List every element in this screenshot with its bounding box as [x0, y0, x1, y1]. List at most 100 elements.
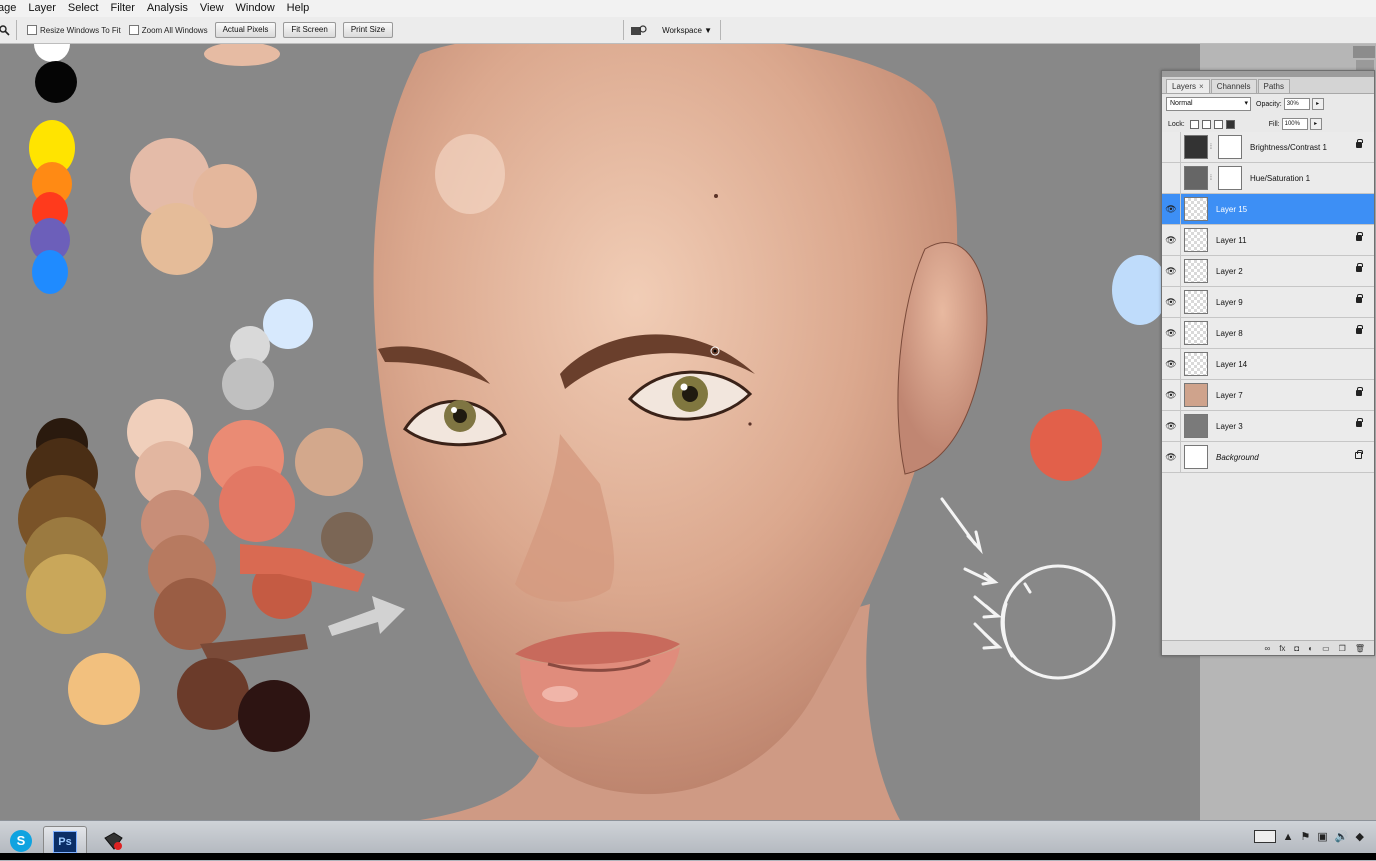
visibility-toggle[interactable]: ●	[1162, 163, 1181, 193]
blend-row: Normal ▾ Opacity: 30% ▸	[1162, 94, 1374, 114]
tab-layers[interactable]: Layers ×	[1166, 79, 1210, 93]
adjustment-icon[interactable]: ◐	[1308, 644, 1313, 653]
layer-list: ● ⁞ Brightness/Contrast 1 ● ⁞ Hue/Satura…	[1162, 132, 1374, 473]
new-layer-icon[interactable]: ❐	[1339, 644, 1346, 653]
fill-label: Fill:	[1268, 120, 1280, 128]
portrait-painting[interactable]	[0, 44, 1200, 820]
lock-row: Lock: Fill: 100% ▸	[1162, 114, 1374, 134]
eye-icon[interactable]: 👁	[1162, 225, 1181, 255]
layer-row[interactable]: 👁 Layer 9	[1162, 287, 1374, 318]
layer-row[interactable]: 👁 Layer 14	[1162, 349, 1374, 380]
zoom-tool-icon[interactable]	[0, 24, 10, 36]
workspace-icon[interactable]	[630, 23, 648, 37]
eye-icon[interactable]: 👁	[1162, 349, 1181, 379]
eye-icon[interactable]: 👁	[1162, 287, 1181, 317]
opacity-slider-button[interactable]: ▸	[1311, 98, 1324, 110]
layer-row[interactable]: 👁 Layer 11	[1162, 225, 1374, 256]
menu-help[interactable]: Help	[281, 0, 316, 17]
layer-row[interactable]: 👁 Layer 7	[1162, 380, 1374, 411]
chevron-up-icon[interactable]: ▲	[1283, 831, 1294, 843]
chain-link-icon[interactable]: ⁞	[1210, 144, 1216, 151]
lock-transparent-icon[interactable]	[1189, 119, 1199, 129]
menu-filter[interactable]: Filter	[104, 0, 140, 17]
mask-thumbnail[interactable]	[1218, 135, 1242, 159]
zoom-all-label: Zoom All Windows	[141, 25, 208, 35]
layer-thumbnail	[1184, 352, 1208, 376]
screen-edge	[0, 853, 1376, 860]
system-tray: ▲ ⚑ ▣ 🔊 ◆	[1253, 830, 1364, 843]
fx-icon[interactable]: fx	[1279, 644, 1285, 653]
menu-layer[interactable]: Layer	[22, 0, 62, 17]
eye-icon[interactable]: 👁	[1162, 256, 1181, 286]
chain-link-icon[interactable]: ⁞	[1210, 175, 1216, 182]
menu-select[interactable]: Select	[62, 0, 105, 17]
fill-field[interactable]: 100%	[1281, 118, 1308, 130]
adjustment-thumbnail	[1184, 166, 1208, 190]
menu-image[interactable]: age	[0, 0, 22, 17]
eye-icon[interactable]: 👁	[1162, 442, 1181, 472]
network-icon[interactable]: ▣	[1317, 830, 1327, 843]
workspace-menu[interactable]: Workspace ▼	[662, 26, 712, 35]
fit-screen-button[interactable]: Fit Screen	[283, 22, 336, 38]
eye-icon[interactable]: 👁	[1162, 380, 1181, 410]
taskbar-skype[interactable]: S	[0, 826, 42, 855]
visibility-toggle[interactable]: ●	[1162, 132, 1181, 162]
menu-analysis[interactable]: Analysis	[141, 0, 194, 17]
layer-name: Layer 15	[1216, 204, 1248, 214]
mask-thumbnail[interactable]	[1218, 166, 1242, 190]
trash-icon[interactable]: 🗑	[1355, 644, 1365, 653]
layer-name: Layer 8	[1216, 328, 1243, 338]
eye-icon[interactable]: 👁	[1162, 194, 1181, 224]
menu-window[interactable]: Window	[230, 0, 281, 17]
folder-icon[interactable]: ▭	[1322, 644, 1330, 653]
panel-tabs: Layers × Channels Paths	[1162, 77, 1374, 94]
lock-icon	[1356, 232, 1363, 241]
volume-icon[interactable]: 🔊	[1335, 830, 1349, 843]
layer-row[interactable]: 👁 Layer 2	[1162, 256, 1374, 287]
layer-row[interactable]: ● ⁞ Brightness/Contrast 1	[1162, 132, 1374, 163]
lock-position-icon[interactable]	[1213, 119, 1223, 129]
layer-thumbnail	[1184, 290, 1208, 314]
dropbox-icon[interactable]: ◆	[1356, 830, 1364, 843]
keyboard-icon[interactable]	[1253, 830, 1276, 843]
blend-mode-select[interactable]: Normal ▾	[1166, 97, 1251, 111]
actual-pixels-button[interactable]: Actual Pixels	[214, 22, 277, 38]
adjustment-thumbnail	[1184, 135, 1208, 159]
close-icon[interactable]: ×	[1199, 82, 1204, 91]
opacity-label: Opacity:	[1256, 100, 1282, 108]
lock-icon	[1356, 325, 1363, 334]
layer-row[interactable]: ● ⁞ Hue/Saturation 1	[1162, 163, 1374, 194]
eye-icon[interactable]: 👁	[1162, 411, 1181, 441]
layer-row[interactable]: 👁 Background	[1162, 442, 1374, 473]
layer-name: Layer 14	[1216, 359, 1248, 369]
document-canvas[interactable]	[0, 44, 1200, 820]
tab-paths[interactable]: Paths	[1257, 79, 1290, 93]
print-size-button[interactable]: Print Size	[342, 22, 394, 38]
menu-view[interactable]: View	[194, 0, 230, 17]
lock-all-icon[interactable]	[1225, 119, 1235, 129]
checkbox-box[interactable]	[128, 25, 139, 35]
app-icon	[104, 831, 123, 850]
layer-row[interactable]: 👁 Layer 3	[1162, 411, 1374, 442]
layer-row[interactable]: 👁 Layer 15	[1162, 194, 1374, 225]
photoshop-icon: Ps	[53, 830, 77, 853]
fill-slider-button[interactable]: ▸	[1309, 118, 1322, 130]
zoom-all-windows-checkbox[interactable]: Zoom All Windows	[128, 25, 208, 35]
tab-channels[interactable]: Channels	[1210, 79, 1257, 93]
separator	[623, 20, 625, 40]
eye-icon[interactable]: 👁	[1162, 318, 1181, 348]
mask-icon[interactable]: ◘	[1294, 644, 1299, 653]
lock-icon	[1356, 418, 1363, 427]
link-icon[interactable]: ∞	[1264, 644, 1270, 653]
flag-icon[interactable]: ⚑	[1301, 830, 1311, 843]
opacity-field[interactable]: 30%	[1283, 98, 1310, 110]
options-bar: Resize Windows To Fit Zoom All Windows A…	[0, 17, 1376, 44]
resize-windows-checkbox[interactable]: Resize Windows To Fit	[27, 25, 121, 35]
checkbox-box[interactable]	[27, 25, 37, 35]
layer-thumbnail	[1184, 414, 1208, 438]
taskbar-app[interactable]	[92, 826, 134, 855]
layers-panel-footer: ∞ fx ◘ ◐ ▭ ❐ 🗑	[1162, 640, 1374, 655]
layer-row[interactable]: 👁 Layer 8	[1162, 318, 1374, 349]
layer-thumbnail	[1184, 383, 1208, 407]
lock-pixels-icon[interactable]	[1201, 119, 1211, 129]
